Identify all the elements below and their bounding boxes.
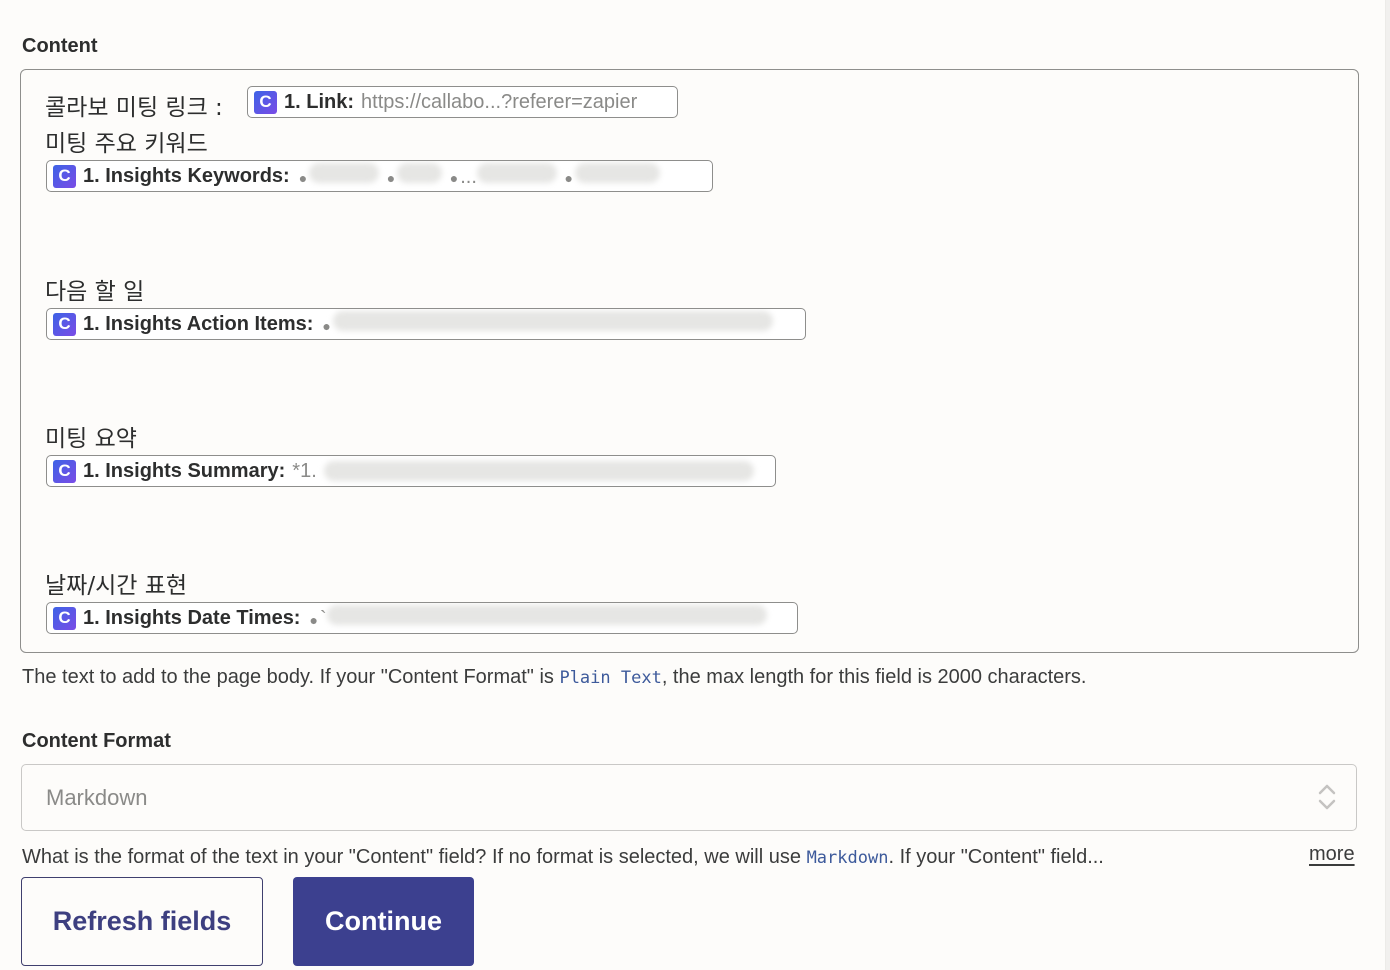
pill-value-redacted — [323, 461, 754, 481]
pill-key: 1. Insights Date Times: — [83, 606, 301, 629]
content-label: Content — [22, 35, 98, 57]
more-link[interactable]: more — [1309, 843, 1355, 866]
pill-value-prefix: *1. — [292, 459, 317, 482]
content-format-select[interactable]: Markdown — [21, 764, 1357, 831]
markdown-code: Markdown — [806, 848, 889, 868]
refresh-fields-button[interactable]: Refresh fields — [21, 877, 263, 966]
callabo-app-icon: C — [254, 90, 277, 114]
pill-key: 1. Insights Action Items: — [83, 312, 314, 335]
content-line-3-text: 다음 할 일 — [45, 279, 145, 305]
content-help-text: The text to add to the page body. If you… — [22, 666, 1087, 688]
content-format-selected-value: Markdown — [46, 784, 148, 810]
callabo-app-icon: C — [53, 164, 76, 188]
content-line-4-text: 미팅 요약 — [45, 426, 137, 452]
callabo-app-icon: C — [53, 606, 76, 630]
content-line-1-text: 콜라보 미팅 링크 : — [45, 95, 223, 121]
chevron-up-down-icon — [1318, 784, 1336, 810]
content-editor[interactable]: 콜라보 미팅 링크 : C 1. Link: https://callabo..… — [20, 69, 1359, 653]
pill-value-redacted: ● ` — [307, 605, 767, 631]
pill-value-redacted: ● — [320, 311, 773, 337]
callabo-app-icon: C — [53, 459, 76, 483]
date-times-field-pill[interactable]: C 1. Insights Date Times: ● ` — [46, 602, 798, 634]
pill-value: https://callabo...?referer=zapier — [361, 90, 638, 113]
continue-button[interactable]: Continue — [293, 877, 474, 966]
plain-text-code: Plain Text — [559, 668, 662, 688]
content-format-label: Content Format — [22, 730, 171, 752]
pill-value-redacted: ● ● ●... ● — [297, 163, 660, 189]
keywords-field-pill[interactable]: C 1. Insights Keywords: ● ● ●... ● — [46, 160, 713, 192]
pill-key: 1. Insights Keywords: — [83, 164, 290, 187]
scrollbar-track[interactable] — [1385, 0, 1390, 970]
action-items-field-pill[interactable]: C 1. Insights Action Items: ● — [46, 308, 806, 340]
content-format-help-text: What is the format of the text in your "… — [22, 846, 1104, 868]
content-line-5-text: 날짜/시간 표현 — [45, 573, 188, 599]
summary-field-pill[interactable]: C 1. Insights Summary: *1. — [46, 455, 776, 487]
pill-key: 1. Insights Summary: — [83, 459, 286, 482]
callabo-app-icon: C — [53, 312, 76, 336]
link-field-pill[interactable]: C 1. Link: https://callabo...?referer=za… — [247, 86, 678, 118]
pill-key: 1. Link: — [284, 90, 355, 113]
content-line-2-text: 미팅 주요 키워드 — [45, 131, 208, 157]
